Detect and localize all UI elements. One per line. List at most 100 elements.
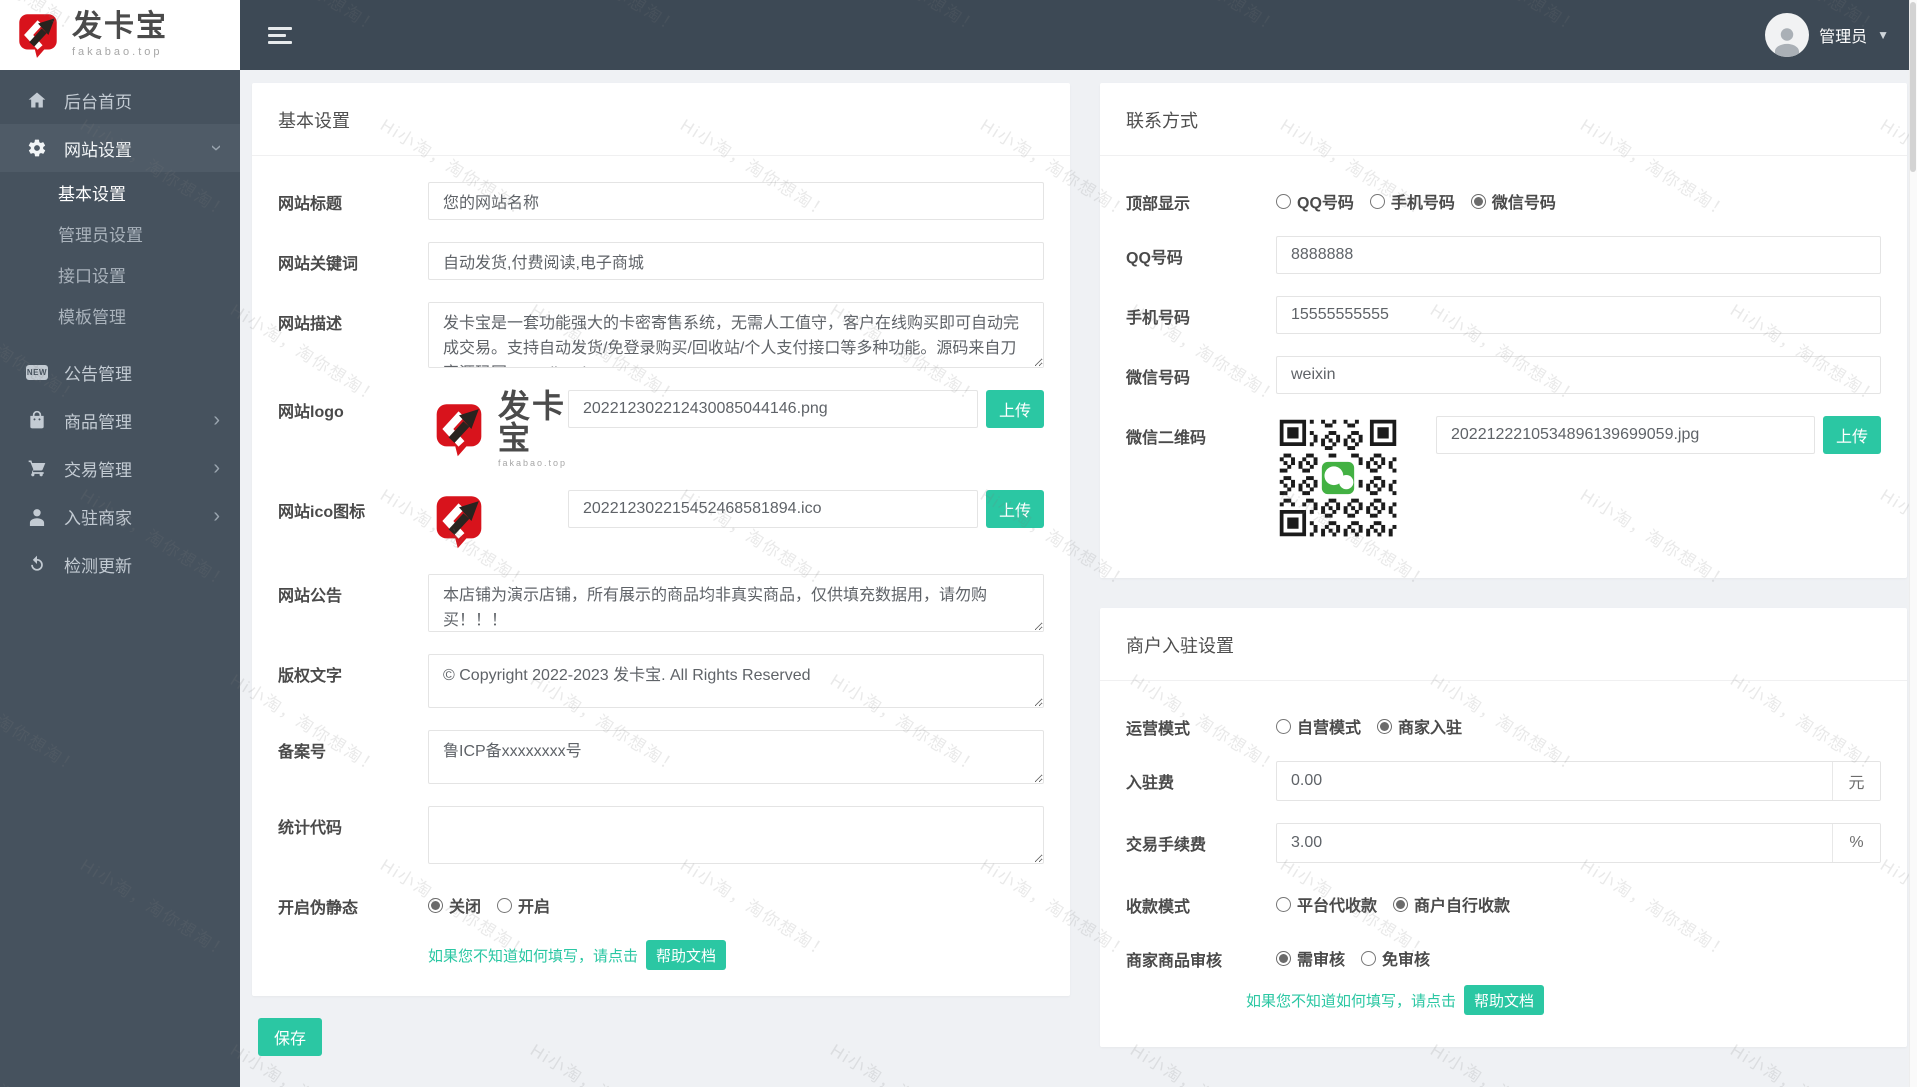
card-title-merchant: 商户入驻设置 <box>1100 608 1907 681</box>
wechat-qr-image <box>1276 416 1400 540</box>
contact-card: 联系方式 顶部显示 QQ号码 手机号码 微信号码 QQ号码 8888888 手机… <box>1100 83 1907 578</box>
site-title-input[interactable] <box>428 182 1044 220</box>
self-operated-radio[interactable] <box>1276 718 1291 734</box>
brand-name: 发卡宝 <box>72 10 168 43</box>
stats-code-label: 统计代码 <box>278 820 343 837</box>
merchant-join-option[interactable]: 商家入驻 <box>1377 714 1462 738</box>
merchant-collect-option[interactable]: 商户自行收款 <box>1393 892 1510 916</box>
submenu-item-api-settings[interactable]: 接口设置 <box>0 256 240 297</box>
top-display-wechat-radio[interactable] <box>1470 193 1486 209</box>
commission-input[interactable] <box>1277 824 1832 862</box>
icp-label: 备案号 <box>278 744 327 761</box>
notice-label: 网站公告 <box>278 588 343 605</box>
logo-filename-input[interactable] <box>568 390 978 428</box>
site-settings-submenu: 基本设置 管理员设置 接口设置 模板管理 <box>0 172 240 348</box>
audit-required-radio[interactable] <box>1276 950 1291 966</box>
rewrite-radio-group: 关闭 开启 <box>428 886 550 917</box>
sidebar-item-check-update[interactable]: 检测更新 <box>0 540 240 588</box>
icp-textarea[interactable]: 鲁ICP备xxxxxxxx号 <box>428 730 1044 784</box>
basic-settings-card: 基本设置 网站标题 网站关键词 网站描述 发卡宝是一套功能强大的卡密寄 <box>252 83 1070 996</box>
submenu-item-basic-settings[interactable]: 基本设置 <box>0 174 240 215</box>
sidebar-item-merchants[interactable]: 入驻商家 › <box>0 492 240 540</box>
wechat-id-input[interactable] <box>1276 356 1881 394</box>
wechat-id-label: 微信号码 <box>1126 370 1191 387</box>
brand-domain: fakabao.top <box>72 46 163 58</box>
sidebar-item-dashboard[interactable]: 后台首页 <box>0 76 240 124</box>
submenu-item-admin-settings[interactable]: 管理员设置 <box>0 215 240 256</box>
product-audit-radio-group: 需审核 免审核 <box>1276 939 1430 970</box>
sidebar-item-trades[interactable]: 交易管理 › <box>0 444 240 492</box>
gear-icon <box>26 137 48 159</box>
help-hint-text: 如果您不知道如何填写，请点击 <box>428 947 639 965</box>
sidebar-menu: 后台首页 网站设置 › 基本设置 管理员设置 接口设置 模板管理 NEW 公告管… <box>0 70 240 588</box>
chevron-right-icon: › <box>213 409 220 431</box>
menu-toggle-icon[interactable] <box>268 26 292 44</box>
radio-label: 手机号码 <box>1390 195 1455 212</box>
keywords-label: 网站关键词 <box>278 256 359 273</box>
radio-label: 自营模式 <box>1297 720 1362 737</box>
card-title-basic: 基本设置 <box>252 83 1070 156</box>
help-doc-button[interactable]: 帮助文档 <box>646 940 727 970</box>
admin-app: 发卡宝 fakabao.top 后台首页 网站设置 › 基本设置 管理员设置 接… <box>0 0 1917 1087</box>
phone-number-input[interactable] <box>1276 296 1881 334</box>
platform-collect-radio[interactable] <box>1276 896 1291 912</box>
collect-mode-label: 收款模式 <box>1126 899 1191 916</box>
qr-filename-input[interactable] <box>1436 416 1815 454</box>
keywords-input[interactable] <box>428 242 1044 280</box>
qr-upload-button[interactable]: 上传 <box>1822 416 1881 454</box>
submenu-item-template-manage[interactable]: 模板管理 <box>0 297 240 338</box>
stats-code-textarea[interactable] <box>428 806 1044 864</box>
sidebar-item-announcements[interactable]: NEW 公告管理 <box>0 348 240 396</box>
entry-fee-input[interactable] <box>1277 762 1832 800</box>
audit-required-option[interactable]: 需审核 <box>1276 946 1345 970</box>
ico-filename-input[interactable] <box>568 490 978 528</box>
chevron-right-icon: › <box>213 505 220 527</box>
logo-upload-button[interactable]: 上传 <box>985 390 1044 428</box>
sidebar-item-site-settings[interactable]: 网站设置 › <box>0 124 240 172</box>
rewrite-on-option[interactable]: 开启 <box>497 893 550 917</box>
self-operated-option[interactable]: 自营模式 <box>1276 714 1361 738</box>
rewrite-off-option[interactable]: 关闭 <box>428 893 481 917</box>
top-display-phone-option[interactable]: 手机号码 <box>1369 189 1455 213</box>
description-textarea[interactable]: 发卡宝是一套功能强大的卡密寄售系统，无需人工值守，客户在线购买即可自动完成交易。… <box>428 302 1044 368</box>
scrollbar[interactable] <box>1909 0 1917 1087</box>
brand-logo[interactable]: 发卡宝 fakabao.top <box>0 0 240 70</box>
merchant-join-radio[interactable] <box>1377 718 1393 734</box>
help-hint-text: 如果您不知道如何填写，请点击 <box>1246 992 1457 1010</box>
phone-number-label: 手机号码 <box>1126 310 1191 327</box>
user-menu[interactable]: 管理员 ▼ <box>1765 13 1889 57</box>
top-display-wechat-option[interactable]: 微信号码 <box>1470 189 1556 213</box>
radio-label: 微信号码 <box>1491 195 1556 212</box>
sidebar-item-label: 后台首页 <box>64 92 132 112</box>
save-button[interactable]: 保存 <box>258 1018 323 1056</box>
top-display-label: 顶部显示 <box>1126 196 1191 213</box>
sidebar-item-label: 商品管理 <box>64 412 132 432</box>
sidebar-item-label: 公告管理 <box>64 364 132 384</box>
top-display-qq-option[interactable]: QQ号码 <box>1276 189 1354 213</box>
merchant-settings-card: 商户入驻设置 运营模式 自营模式 商家入驻 入驻费 0.00 元 交易手续费 3… <box>1100 608 1907 1047</box>
rewrite-on-radio[interactable] <box>497 897 513 913</box>
rewrite-off-radio[interactable] <box>428 897 443 913</box>
help-doc-button[interactable]: 帮助文档 <box>1464 985 1545 1015</box>
entry-fee-label: 入驻费 <box>1126 775 1175 792</box>
merchant-collect-radio[interactable] <box>1393 896 1409 912</box>
qq-number-input[interactable] <box>1276 236 1881 274</box>
audit-free-radio[interactable] <box>1361 950 1377 966</box>
top-display-qq-radio[interactable] <box>1276 193 1291 209</box>
sidebar-item-label: 交易管理 <box>64 460 132 480</box>
platform-collect-option[interactable]: 平台代收款 <box>1276 892 1377 916</box>
ico-upload-button[interactable]: 上传 <box>985 490 1044 528</box>
brand-name: 发卡宝 <box>498 388 567 456</box>
notice-textarea[interactable]: 本店铺为演示店铺，所有展示的商品均非真实商品，仅供填充数据用，请勿购买！！！ <box>428 574 1044 632</box>
audit-free-option[interactable]: 免审核 <box>1361 946 1430 970</box>
copyright-textarea[interactable]: © Copyright 2022-2023 发卡宝. All Rights Re… <box>428 654 1044 708</box>
sidebar: 发卡宝 fakabao.top 后台首页 网站设置 › 基本设置 管理员设置 接… <box>0 0 240 1087</box>
topbar: 管理员 ▼ <box>240 0 1917 70</box>
main-area: 管理员 ▼ 基本设置 网站标题 网站关键词 <box>240 0 1917 1087</box>
radio-label: 平台代收款 <box>1297 898 1378 915</box>
sidebar-item-products[interactable]: 商品管理 › <box>0 396 240 444</box>
top-display-phone-radio[interactable] <box>1369 193 1385 209</box>
content: 基本设置 网站标题 网站关键词 网站描述 发卡宝是一套功能强大的卡密寄 <box>240 70 1917 1056</box>
top-display-radio-group: QQ号码 手机号码 微信号码 <box>1276 182 1556 213</box>
scrollbar-thumb[interactable] <box>1910 2 1916 172</box>
